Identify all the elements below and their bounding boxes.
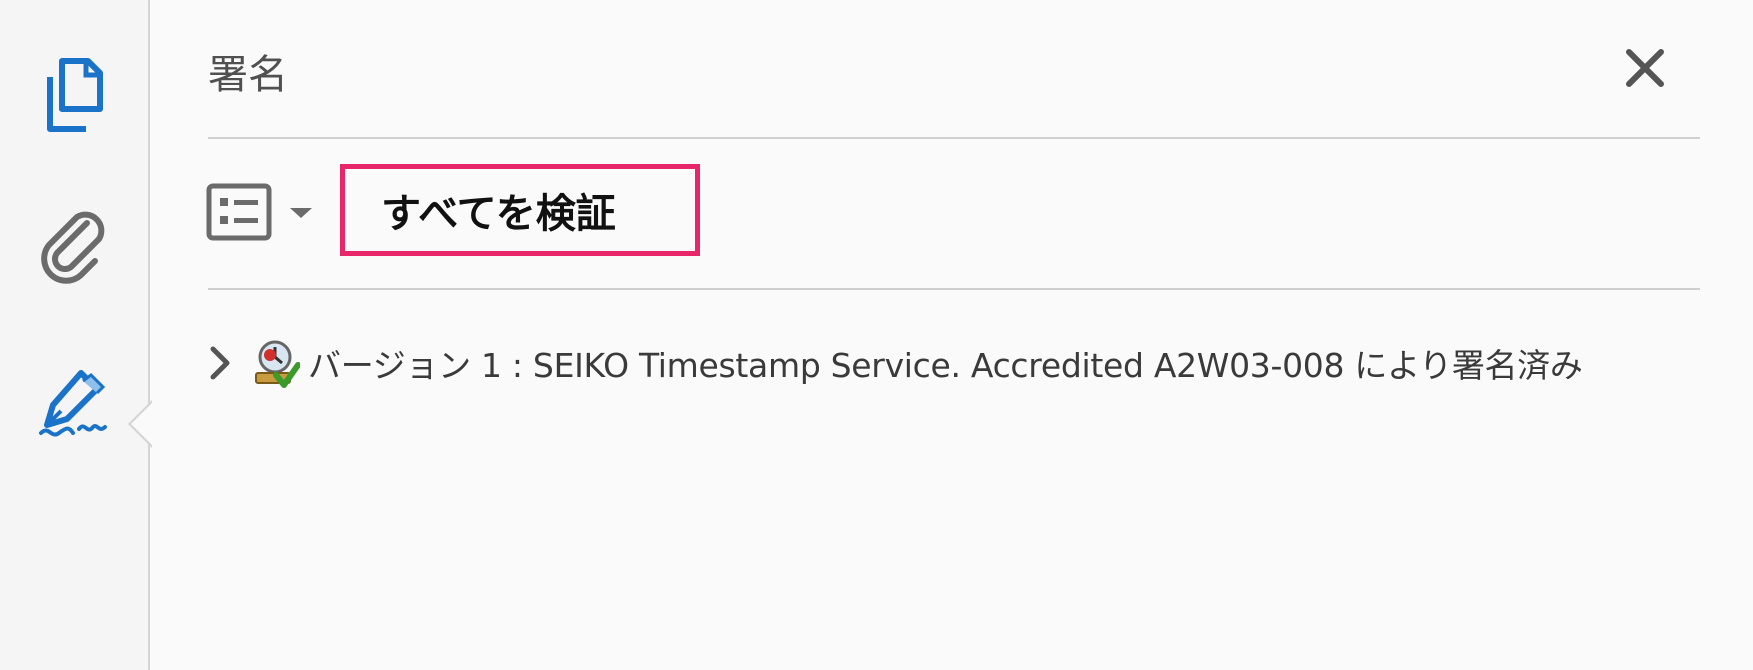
pages-button[interactable] (30, 50, 120, 140)
chevron-down-icon (290, 208, 312, 218)
navigation-rail (0, 0, 150, 670)
signature-label: バージョン 1 : SEIKO Timestamp Service. Accre… (308, 346, 1583, 385)
verify-all-label: すべてを検証 (381, 191, 616, 237)
signatures-button[interactable] (30, 360, 120, 450)
close-button[interactable] (1615, 38, 1675, 98)
expand-button[interactable] (200, 333, 240, 393)
toolbar-divider (208, 288, 1700, 290)
signature-list-item[interactable]: バージョン 1 : SEIKO Timestamp Service. Accre… (200, 328, 1583, 398)
list-options-icon (206, 183, 272, 241)
verify-all-button[interactable]: すべてを検証 (340, 164, 700, 256)
close-icon (1626, 49, 1664, 87)
active-panel-pointer (128, 400, 153, 448)
attachments-button[interactable] (30, 200, 120, 290)
signature-pen-icon (39, 370, 107, 437)
chevron-right-icon (210, 346, 230, 380)
timestamp-signature-valid-icon (250, 333, 300, 393)
header-divider (208, 137, 1700, 139)
panel-title: 署名 (208, 52, 288, 98)
paperclip-icon (41, 211, 105, 284)
copy-pages-icon (47, 58, 103, 132)
signatures-panel: 署名 すべてを検証 バージョン 1: SEIKO Timestamp Serv… (152, 0, 1753, 670)
options-dropdown-button[interactable] (206, 183, 316, 241)
